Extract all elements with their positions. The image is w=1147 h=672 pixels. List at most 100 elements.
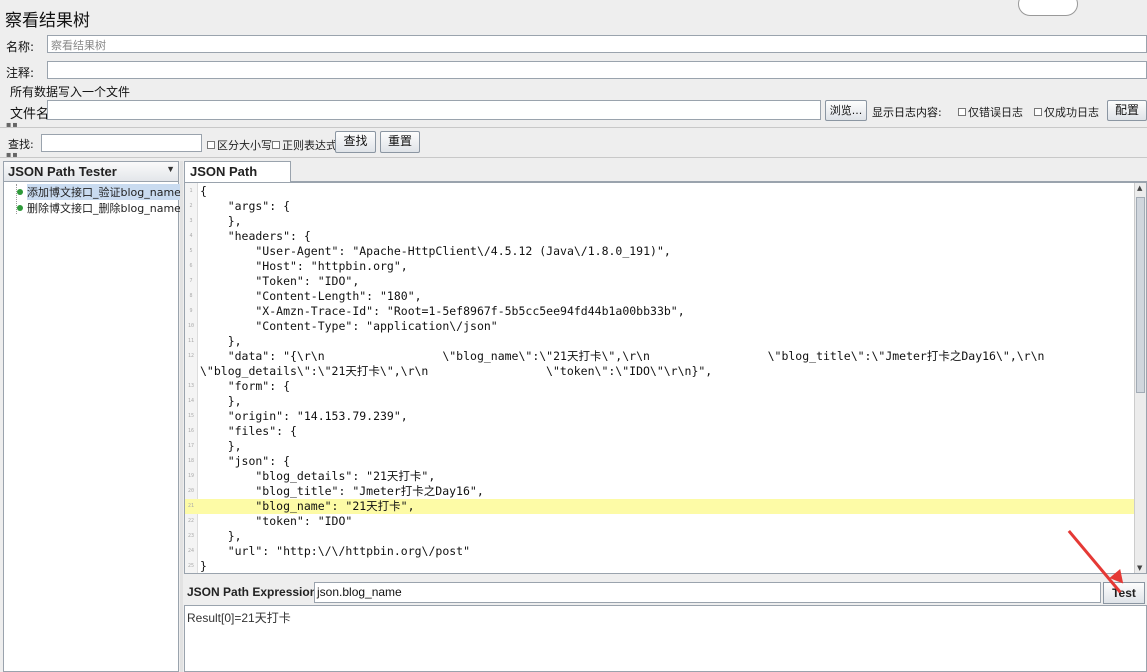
search-input[interactable] bbox=[41, 134, 202, 152]
line-number: 4 bbox=[189, 233, 193, 239]
code-line: 15 "origin": "14.153.79.239", bbox=[185, 409, 1135, 424]
code-line: 20 "blog_title": "Jmeter打卡之Day16", bbox=[185, 484, 1135, 499]
code-line: 13 "form": { bbox=[185, 379, 1135, 394]
success-shield-icon bbox=[17, 205, 23, 211]
errors-only-checkbox[interactable]: 仅错误日志 bbox=[958, 104, 1023, 120]
checkbox-box bbox=[1034, 108, 1042, 116]
checkbox-box bbox=[272, 141, 280, 149]
code-line: 6 "Host": "httpbin.org", bbox=[185, 259, 1135, 274]
log-display-label: 显示日志内容: bbox=[872, 106, 942, 119]
line-number: 2 bbox=[189, 203, 193, 209]
success-only-label: 仅成功日志 bbox=[1044, 106, 1099, 119]
json-path-expression-label: JSON Path Expression bbox=[187, 585, 318, 599]
code-line: 11 }, bbox=[185, 334, 1135, 349]
code-line: 21 "blog_name": "21天打卡", bbox=[185, 499, 1135, 514]
line-number: 5 bbox=[189, 248, 193, 254]
line-number: 13 bbox=[187, 383, 195, 389]
regex-checkbox[interactable]: 正则表达式 bbox=[272, 137, 337, 153]
line-number: 17 bbox=[187, 443, 195, 449]
find-button[interactable]: 查找 bbox=[335, 131, 376, 153]
response-code: 1{2 "args": {3 }, 4 "headers": {5 "User-A… bbox=[185, 184, 1135, 573]
reset-button[interactable]: 重置 bbox=[380, 131, 420, 153]
code-line: 23 }, bbox=[185, 529, 1135, 544]
response-body-viewer[interactable]: 1{2 "args": {3 }, 4 "headers": {5 "User-A… bbox=[184, 182, 1147, 574]
code-line: 24 "url": "http:\/\/httpbin.org\/post" bbox=[185, 544, 1135, 559]
filename-input[interactable] bbox=[47, 100, 821, 120]
line-number: 24 bbox=[187, 548, 195, 554]
code-line: 19 "blog_details": "21天打卡", bbox=[185, 469, 1135, 484]
code-line: 12 "data": "{\r\n \"blog_name\":\"21天打卡\… bbox=[185, 349, 1135, 364]
tab-json-path-tester[interactable]: JSON Path Tester bbox=[184, 161, 291, 194]
code-line-text: "url": "http:\/\/httpbin.org\/post" bbox=[200, 544, 471, 558]
code-line: 1{ bbox=[185, 184, 1135, 199]
code-line: \"blog_details\":\"21天打卡\",\r\n \"token\… bbox=[185, 364, 1135, 379]
success-only-checkbox[interactable]: 仅成功日志 bbox=[1034, 104, 1099, 120]
checkbox-box bbox=[958, 108, 966, 116]
panel-title: 察看结果树 bbox=[5, 11, 90, 31]
result-text: Result[0]=21天打卡 bbox=[187, 611, 291, 625]
errors-only-label: 仅错误日志 bbox=[968, 106, 1023, 119]
success-shield-icon bbox=[17, 189, 23, 195]
separator bbox=[0, 157, 1147, 158]
code-line: 8 "Content-Length": "180", bbox=[185, 289, 1135, 304]
code-line-text: "form": { bbox=[200, 379, 291, 393]
line-number: 23 bbox=[187, 533, 195, 539]
line-number: 7 bbox=[189, 278, 193, 284]
decorative-cloud-icon bbox=[1018, 0, 1078, 16]
code-line: 16 "files": { bbox=[185, 424, 1135, 439]
vertical-splitter[interactable] bbox=[180, 161, 183, 672]
configure-button[interactable]: 配置 bbox=[1107, 100, 1147, 121]
code-line: 18 "json": { bbox=[185, 454, 1135, 469]
code-line-text: "origin": "14.153.79.239", bbox=[200, 409, 408, 423]
code-line: 5 "User-Agent": "Apache-HttpClient\/4.5.… bbox=[185, 244, 1135, 259]
line-number: 6 bbox=[189, 263, 193, 269]
line-number: 3 bbox=[189, 218, 193, 224]
code-line-text: "data": "{\r\n \"blog_name\":\"21天打卡\",\… bbox=[200, 349, 1045, 363]
checkbox-box bbox=[207, 141, 215, 149]
code-line-text: "User-Agent": "Apache-HttpClient\/4.5.12… bbox=[200, 244, 671, 258]
code-line: 17 }, bbox=[185, 439, 1135, 454]
scroll-up-icon[interactable]: ▲ bbox=[1137, 184, 1142, 192]
renderer-select-value: JSON Path Tester bbox=[8, 164, 117, 179]
code-line-text: "blog_title": "Jmeter打卡之Day16", bbox=[200, 484, 484, 498]
line-number: 25 bbox=[187, 563, 195, 569]
line-number: 18 bbox=[187, 458, 195, 464]
code-line-text: }, bbox=[200, 439, 242, 453]
chevron-down-icon: ▼ bbox=[166, 164, 175, 174]
renderer-select[interactable]: JSON Path Tester ▼ bbox=[4, 162, 178, 182]
test-button[interactable]: Test bbox=[1103, 582, 1145, 604]
code-line: 2 "args": { bbox=[185, 199, 1135, 214]
line-number: 21 bbox=[187, 503, 195, 509]
code-line-text: "Content-Length": "180", bbox=[200, 289, 422, 303]
scrollbar-thumb[interactable] bbox=[1136, 197, 1145, 393]
code-line-text: "token": "IDO" bbox=[200, 514, 353, 528]
browse-button[interactable]: 浏览... bbox=[825, 100, 867, 121]
comment-input[interactable] bbox=[47, 61, 1147, 79]
code-line-text: "blog_name": "21天打卡", bbox=[200, 499, 415, 513]
code-line-text: "Host": "httpbin.org", bbox=[200, 259, 408, 273]
json-path-expression-input[interactable]: json.blog_name bbox=[314, 582, 1101, 603]
name-input[interactable]: 察看结果树 bbox=[47, 35, 1147, 53]
case-sensitive-checkbox[interactable]: 区分大小写 bbox=[207, 137, 272, 153]
code-line-text: "args": { bbox=[200, 199, 291, 213]
code-line-text: "Token": "IDO", bbox=[200, 274, 360, 288]
code-line-text: "headers": { bbox=[200, 229, 311, 243]
code-line: 10 "Content-Type": "application\/json" bbox=[185, 319, 1135, 334]
code-line-text: { bbox=[200, 184, 207, 198]
scroll-down-icon[interactable]: ▼ bbox=[1137, 564, 1142, 572]
separator bbox=[0, 127, 1147, 128]
code-line: 9 "X-Amzn-Trace-Id": "Root=1-5ef8967f-5b… bbox=[185, 304, 1135, 319]
code-line-text: }, bbox=[200, 214, 242, 228]
line-number: 9 bbox=[189, 308, 193, 314]
line-number: 10 bbox=[187, 323, 195, 329]
json-path-expression-row: JSON Path Expression json.blog_name Test bbox=[184, 580, 1147, 604]
code-line-text: }, bbox=[200, 394, 242, 408]
tree-item-label: 删除博文接口_删除blog_name bbox=[27, 202, 181, 215]
case-sensitive-label: 区分大小写 bbox=[217, 139, 272, 152]
line-number: 12 bbox=[187, 353, 195, 359]
code-line: 25} bbox=[185, 559, 1135, 573]
vertical-scrollbar[interactable]: ▲ ▼ bbox=[1134, 183, 1146, 573]
tree-item-sampler-1[interactable]: 添加博文接口_验证blog_name bbox=[9, 184, 181, 200]
tree-item-sampler-2[interactable]: 删除博文接口_删除blog_name bbox=[9, 200, 181, 216]
code-line-text: } bbox=[200, 559, 207, 573]
